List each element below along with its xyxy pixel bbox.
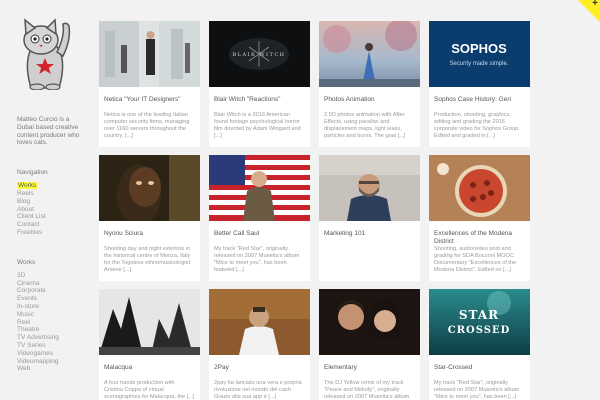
category-reel[interactable]: Reel — [17, 319, 92, 327]
card-title: Malacqua — [104, 364, 133, 371]
category-music[interactable]: Music — [17, 311, 92, 319]
portfolio-card-star-crossed[interactable]: STAR CROSSED Star-Crossed My track "Red … — [429, 289, 530, 400]
category-tv-series[interactable]: TV Series — [17, 342, 92, 350]
card-thumbnail: STAR CROSSED — [429, 289, 530, 355]
card-title: Excellences of the Modena District — [434, 230, 513, 245]
card-title: Nyonu Sciura — [104, 230, 144, 237]
navigation-list: Works Reels Blog About Client List Conta… — [17, 182, 92, 237]
portfolio-card-photos-animation[interactable]: Photos Animation 2.5D photos animation w… — [319, 21, 420, 147]
card-excerpt: My track "Red Star", originally released… — [214, 246, 300, 273]
nav-item-freebies[interactable]: Freebies — [17, 229, 92, 237]
card-title: Netica "Your IT Designers" — [104, 96, 181, 103]
card-excerpt: Shooting, audio/video post and grading f… — [434, 246, 517, 273]
card-thumbnail: BLAIR WITCH — [209, 21, 310, 87]
card-thumbnail — [99, 155, 200, 221]
bio-text: Matteo Curcio is a Dubai based creative … — [17, 116, 80, 147]
portfolio-card-nyonu-sciura[interactable]: Nyonu Sciura Shooting day and night exte… — [99, 155, 200, 281]
portfolio-card-malacqua[interactable]: Malacqua A four hands production with Cr… — [99, 289, 200, 400]
sidebar: Matteo Curcio is a Dubai based creative … — [0, 0, 92, 400]
category-corporate[interactable]: Corporate — [17, 287, 92, 295]
nav-item-blog[interactable]: Blog — [17, 198, 92, 206]
card-excerpt: 2pay ha lanciato una vera e propria rivo… — [214, 380, 302, 400]
category-events[interactable]: Events — [17, 295, 92, 303]
card-title: 2Pay — [214, 364, 229, 371]
nav-item-about[interactable]: About — [17, 206, 92, 214]
card-excerpt: Blair Witch is a 2016 American found foo… — [214, 112, 301, 139]
card-title: Better Call Saul — [214, 230, 260, 237]
nav-item-client-list[interactable]: Client List — [17, 213, 92, 221]
card-title: Elementary — [324, 364, 357, 371]
category-3d[interactable]: 3D — [17, 272, 92, 280]
card-title: Sophos Case History: Geri — [434, 96, 511, 103]
card-thumbnail — [429, 155, 530, 221]
blair-witch-logo: BLAIR WITCH — [232, 52, 285, 58]
card-title: Star-Crossed — [434, 364, 473, 371]
category-cinema[interactable]: Cinema — [17, 280, 92, 288]
portfolio-card-sophos[interactable]: SOPHOS Security made simple. Sophos Case… — [429, 21, 530, 147]
portfolio-card-blair-witch[interactable]: BLAIR WITCH Blair Witch "Reactions" Blai… — [209, 21, 310, 147]
card-excerpt — [324, 238, 415, 273]
category-videogames[interactable]: Videogames — [17, 350, 92, 358]
card-title: Photos Animation — [324, 96, 375, 103]
portfolio-grid: Netica "Your IT Designers" Netica is one… — [99, 21, 530, 400]
card-excerpt: The DJ Yellow remix of my track "Peace a… — [324, 380, 410, 400]
card-title: Blair Witch "Reactions" — [214, 96, 281, 103]
card-thumbnail — [319, 289, 420, 355]
card-excerpt: 2.5D photos animation with After Effects… — [324, 112, 406, 139]
nav-item-contact[interactable]: Contact — [17, 221, 92, 229]
card-thumbnail — [209, 155, 310, 221]
portfolio-card-elementary[interactable]: Elementary The DJ Yellow remix of my tra… — [319, 289, 420, 400]
works-heading: Works — [17, 258, 36, 266]
plus-icon[interactable]: + — [592, 0, 598, 9]
works-category-list: 3D Cinema Corporate Events In-store Musi… — [17, 272, 92, 373]
card-thumbnail — [319, 21, 420, 87]
portfolio-card-2pay[interactable]: 2Pay 2pay ha lanciato una vera e propria… — [209, 289, 310, 400]
card-thumbnail — [319, 155, 420, 221]
card-thumbnail — [99, 289, 200, 355]
star-crossed-logo-bottom: CROSSED — [448, 325, 511, 336]
portfolio-card-marketing-101[interactable]: Marketing 101 — [319, 155, 420, 281]
card-excerpt: Shooting day and night exteriors in the … — [104, 246, 191, 273]
card-thumbnail — [99, 21, 200, 87]
category-theatre[interactable]: Theatre — [17, 326, 92, 334]
page: Matteo Curcio is a Dubai based creative … — [0, 0, 600, 400]
card-thumbnail — [209, 289, 310, 355]
category-tv-advertising[interactable]: TV Advertising — [17, 334, 92, 342]
category-web[interactable]: Web — [17, 365, 92, 373]
star-crossed-logo-top: STAR — [459, 308, 499, 322]
nav-item-works[interactable]: Works — [17, 182, 92, 190]
card-excerpt: Production, shooting, graphics, editing … — [434, 112, 520, 139]
sophos-tagline: Security made simple. — [449, 61, 508, 67]
sophos-logo: SOPHOS — [451, 41, 507, 56]
navigation-heading: Navigation — [17, 169, 48, 177]
portfolio-card-netica[interactable]: Netica "Your IT Designers" Netica is one… — [99, 21, 200, 147]
portfolio-card-better-call-saul[interactable]: Better Call Saul My track "Red Star", or… — [209, 155, 310, 281]
category-videomapping[interactable]: Videomapping — [17, 358, 92, 366]
card-excerpt: My track "Red Star", originally released… — [434, 380, 520, 400]
category-in-store[interactable]: In-store — [17, 303, 92, 311]
cat-logo[interactable] — [17, 18, 73, 90]
card-excerpt: Netica is one of the leading Italian com… — [104, 112, 190, 139]
portfolio-card-excellences-modena[interactable]: Excellences of the Modena District Shoot… — [429, 155, 530, 281]
card-thumbnail: SOPHOS Security made simple. — [429, 21, 530, 87]
card-excerpt: A four hands production with Cristina Cr… — [104, 380, 195, 400]
nav-item-reels[interactable]: Reels — [17, 190, 92, 198]
